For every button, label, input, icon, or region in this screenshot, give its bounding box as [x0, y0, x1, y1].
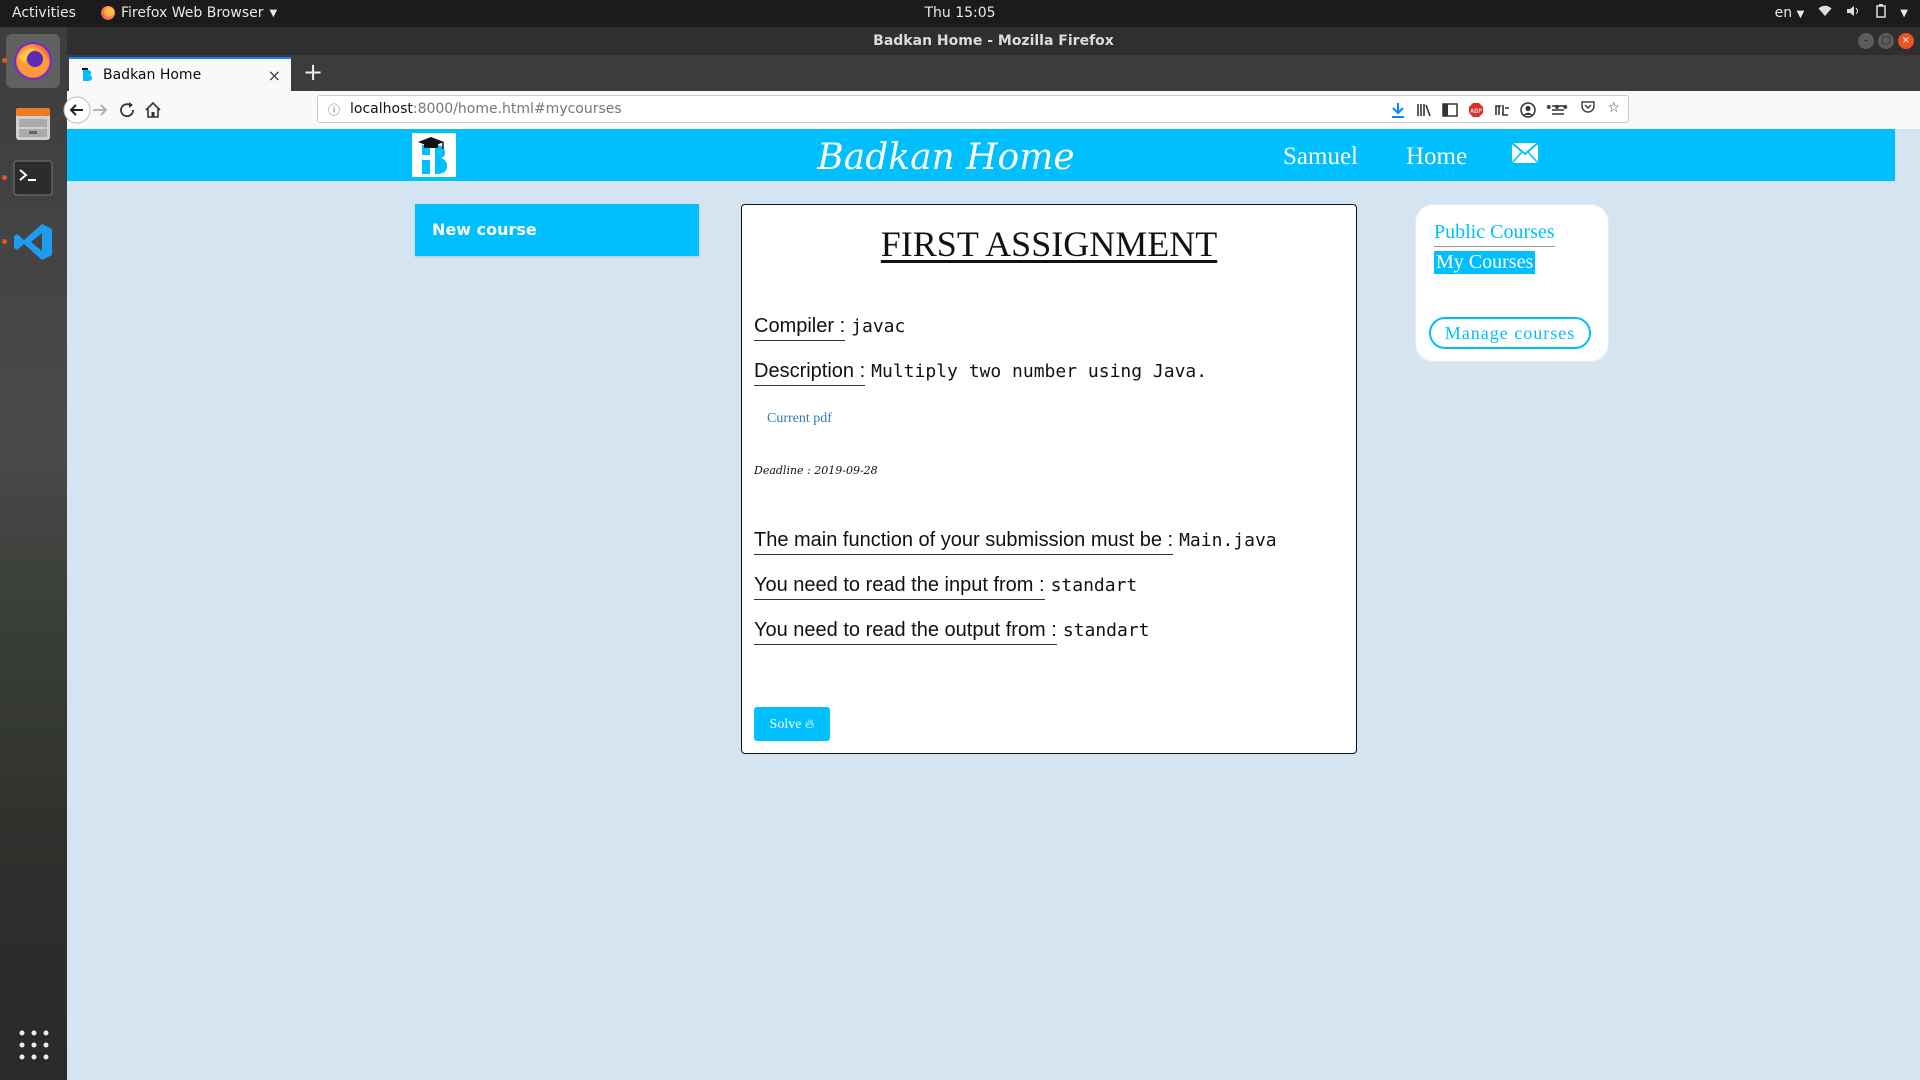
main-function-value: Main.java	[1179, 530, 1277, 551]
clock[interactable]: Thu 15:05	[924, 5, 995, 21]
library-icon[interactable]	[1413, 99, 1435, 121]
volume-icon[interactable]	[1846, 5, 1862, 21]
compiler-value: javac	[851, 316, 906, 337]
my-courses-link[interactable]: My Courses	[1434, 251, 1536, 274]
compiler-row: Compiler : javac	[754, 315, 905, 341]
window-titlebar[interactable]: Badkan Home - Mozilla Firefox – □ ×	[67, 27, 1920, 55]
svg-text:ABP: ABP	[1470, 108, 1482, 115]
navigation-toolbar: ⓘ localhost:8000/home.html#mycourses •••…	[63, 91, 1920, 130]
dock-files[interactable]	[6, 97, 60, 151]
firefox-icon	[101, 6, 115, 20]
bookmark-star-icon[interactable]: ☆	[1607, 100, 1620, 118]
caret-down-icon[interactable]: ▼	[1900, 8, 1908, 19]
url-host: localhost	[350, 101, 413, 117]
dock-terminal[interactable]	[2, 151, 60, 205]
language-label: en	[1774, 5, 1793, 21]
input-row: You need to read the input from : standa…	[754, 574, 1137, 600]
output-label: You need to read the output from :	[754, 619, 1057, 645]
input-label: You need to read the input from :	[754, 574, 1045, 600]
gnome-top-bar: Activities Firefox Web Browser ▼ Thu 15:…	[0, 0, 1920, 27]
caret-down-icon: ▼	[1796, 9, 1805, 20]
vscode-icon	[14, 224, 52, 260]
language-indicator[interactable]: en ▼	[1775, 5, 1805, 21]
forward-button[interactable]	[88, 98, 112, 122]
description-label: Description :	[754, 360, 866, 386]
site-title: Badkan Home	[817, 137, 1075, 178]
mail-icon[interactable]	[1511, 142, 1539, 164]
window-title: Badkan Home - Mozilla Firefox	[873, 33, 1114, 49]
show-apps-icon[interactable]	[18, 1029, 50, 1061]
solve-button[interactable]: Solve 🔥︎	[754, 707, 830, 741]
dock-firefox[interactable]	[2, 34, 60, 88]
terminal-icon	[13, 160, 53, 196]
app-menu-label: Firefox Web Browser	[121, 5, 264, 21]
downloads-icon[interactable]	[1387, 99, 1409, 121]
assignment-title: FIRST ASSIGNMENT	[880, 224, 1218, 264]
main-function-row: The main function of your submission mus…	[754, 529, 1277, 555]
page-scrollbar[interactable]	[1895, 129, 1920, 1080]
nav-home[interactable]: Home	[1406, 143, 1467, 171]
battery-icon[interactable]	[1876, 4, 1887, 22]
public-courses-link[interactable]: Public Courses	[1434, 221, 1555, 247]
pocket-icon[interactable]	[1581, 100, 1596, 118]
home-icon	[145, 101, 161, 118]
running-indicator	[2, 239, 7, 244]
reload-icon	[120, 102, 134, 118]
page-viewport: Badkan Home Samuel Home New course FIRST…	[67, 129, 1895, 1080]
minimize-button[interactable]: –	[1858, 33, 1874, 49]
description-row: Description : Multiply two number using …	[754, 360, 1207, 386]
ubuntu-dock	[0, 27, 67, 1080]
manage-courses-button[interactable]: Manage courses	[1429, 317, 1591, 349]
current-pdf-link[interactable]: Current pdf	[767, 411, 832, 427]
nav-user-samuel[interactable]: Samuel	[1283, 143, 1358, 171]
tab-badkan-home[interactable]: Badkan Home ×	[69, 57, 291, 91]
courses-panel: Public Courses My Courses Manage courses	[1415, 204, 1609, 362]
new-tab-button[interactable]: +	[303, 60, 323, 84]
tab-strip: Badkan Home × +	[67, 55, 1920, 91]
flame-icon: 🔥︎	[804, 716, 815, 731]
adblock-plus-icon[interactable]: ABP	[1465, 99, 1487, 121]
running-indicator	[2, 175, 7, 180]
running-indicator	[2, 58, 7, 63]
close-window-button[interactable]: ×	[1898, 33, 1914, 49]
compiler-label: Compiler :	[754, 315, 846, 341]
firefox-icon	[14, 42, 52, 80]
site-header: Badkan Home Samuel Home	[67, 129, 1895, 181]
reload-button[interactable]	[115, 98, 139, 122]
assignment-card: FIRST ASSIGNMENT Compiler : javac Descri…	[741, 204, 1357, 754]
tab-label: Badkan Home	[103, 67, 202, 83]
forward-arrow-icon	[93, 104, 108, 116]
badkan-favicon	[80, 68, 94, 82]
hamburger-menu-icon[interactable]	[1547, 99, 1569, 121]
badkan-logo[interactable]	[412, 133, 456, 177]
account-icon[interactable]	[1517, 99, 1539, 121]
site-info-icon[interactable]: ⓘ	[328, 101, 340, 118]
output-value: standart	[1062, 620, 1150, 641]
output-row: You need to read the output from : stand…	[754, 619, 1150, 645]
activities-button[interactable]: Activities	[12, 5, 76, 21]
dock-vscode[interactable]	[2, 215, 60, 269]
main-function-label: The main function of your submission mus…	[754, 529, 1174, 555]
input-value: standart	[1050, 575, 1138, 596]
solve-label: Solve	[769, 717, 802, 732]
close-tab-icon[interactable]: ×	[268, 66, 281, 85]
new-course-button[interactable]: New course	[415, 204, 699, 256]
deadline: Deadline : 2019-09-28	[754, 464, 878, 477]
home-button[interactable]	[141, 98, 165, 122]
extension-icon[interactable]	[1491, 99, 1513, 121]
description-value: Multiply two number using Java.	[871, 361, 1208, 382]
url-path: :8000/home.html#mycourses	[412, 101, 622, 117]
file-cabinet-icon	[16, 108, 50, 140]
app-menu[interactable]: Firefox Web Browser ▼	[101, 5, 277, 21]
sidebar-icon[interactable]	[1439, 99, 1461, 121]
wifi-icon[interactable]	[1818, 5, 1832, 21]
caret-down-icon: ▼	[269, 7, 278, 19]
maximize-button[interactable]: □	[1878, 33, 1894, 49]
